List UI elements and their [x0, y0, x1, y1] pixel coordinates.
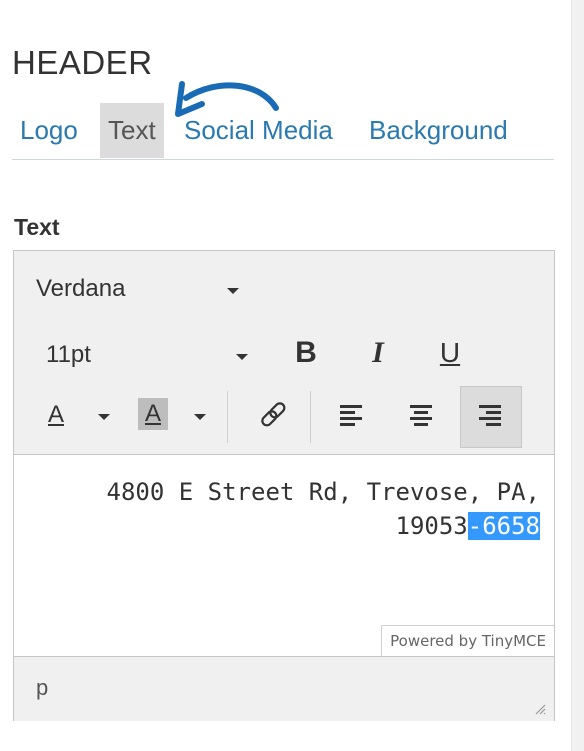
align-center-icon — [410, 405, 432, 426]
align-right-button[interactable] — [460, 386, 522, 448]
address-line-1: 4800 E Street Rd, Trevose, PA, — [106, 478, 540, 506]
dropdown-caret-icon[interactable] — [194, 414, 206, 420]
selected-text: -6658 — [467, 512, 540, 540]
editor-content-area[interactable]: 4800 E Street Rd, Trevose, PA, 19053-665… — [14, 455, 554, 625]
align-center-button[interactable] — [390, 386, 452, 448]
rich-text-editor: Verdana 11pt B I U A A 4800 E Street Rd,… — [13, 250, 555, 721]
tab-social-media[interactable]: Social Media — [176, 103, 341, 158]
dropdown-caret-icon[interactable] — [98, 414, 110, 420]
link-button[interactable] — [241, 386, 303, 448]
editor-toolbar: Verdana 11pt B I U A A — [14, 251, 554, 455]
align-left-icon — [340, 405, 362, 426]
tab-text[interactable]: Text — [100, 103, 164, 158]
powered-by-link[interactable]: Powered by TinyMCE — [381, 625, 554, 656]
align-right-icon — [479, 405, 501, 426]
tab-logo[interactable]: Logo — [12, 103, 86, 158]
underline-button[interactable]: U — [419, 323, 481, 383]
toolbar-divider — [310, 391, 311, 443]
font-family-select[interactable]: Verdana — [36, 275, 125, 303]
address-zip: 19053 — [395, 512, 468, 540]
italic-button[interactable]: I — [347, 323, 409, 383]
link-icon — [261, 402, 286, 427]
font-size-select[interactable]: 11pt — [46, 341, 91, 369]
editor-statusbar: p — [14, 656, 554, 721]
dropdown-caret-icon[interactable] — [227, 288, 239, 294]
align-left-button[interactable] — [320, 386, 382, 448]
text-color-button[interactable]: A — [48, 401, 64, 429]
dropdown-caret-icon[interactable] — [236, 354, 248, 360]
tab-bar: Logo Text Social Media Background — [12, 103, 554, 160]
vertical-scrollbar[interactable] — [571, 0, 584, 751]
element-path[interactable]: p — [36, 675, 48, 701]
tab-background[interactable]: Background — [361, 103, 516, 158]
background-color-button[interactable]: A — [138, 398, 168, 430]
toolbar-divider — [227, 391, 228, 443]
header-settings-panel: HEADER Logo Text Social Media Background… — [0, 0, 571, 751]
address-line-2: 19053-6658 — [20, 509, 540, 543]
bold-button[interactable]: B — [275, 323, 337, 383]
text-field-label: Text — [14, 214, 60, 240]
section-title: HEADER — [12, 44, 153, 81]
resize-handle-icon[interactable] — [532, 701, 546, 715]
